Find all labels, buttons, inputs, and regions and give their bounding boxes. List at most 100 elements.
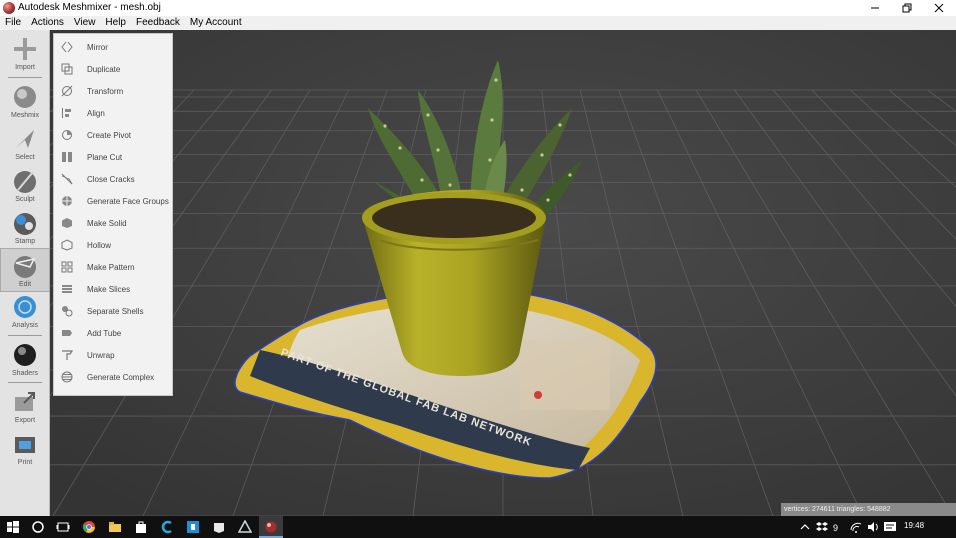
select-icon	[16, 130, 34, 148]
menu-item-align[interactable]: Align	[54, 102, 172, 124]
menu-item-duplicate[interactable]: Duplicate	[54, 58, 172, 80]
menu-item-separate-shells[interactable]: Separate Shells	[54, 300, 172, 322]
menu-item-label: Make Slices	[87, 284, 131, 294]
menu-item-generate-complex[interactable]: Generate Complex	[54, 366, 172, 388]
tool-sculpt[interactable]: Sculpt	[0, 164, 50, 208]
unwrap-icon	[62, 350, 73, 360]
menu-actions[interactable]: Actions	[26, 16, 69, 30]
menu-item-label: Hollow	[87, 240, 112, 250]
slices-icon	[62, 285, 72, 293]
store-icon[interactable]	[134, 520, 148, 534]
menu-my-account[interactable]: My Account	[185, 16, 247, 30]
tool-print[interactable]: Print	[0, 427, 50, 471]
tool-meshmix[interactable]: Meshmix	[0, 80, 50, 124]
menu-item-unwrap[interactable]: Unwrap	[54, 344, 172, 366]
close-icon	[934, 3, 944, 13]
menu-item-label: Duplicate	[87, 64, 121, 74]
scene-canvas[interactable]: PART OF THE GLOBAL FAB LAB NETWORK	[50, 30, 956, 516]
export-icon	[15, 392, 35, 411]
tool-label: Shaders	[11, 370, 39, 377]
input-method-icon[interactable]: 9	[832, 520, 846, 534]
shaders-icon	[14, 344, 36, 366]
tube-icon	[62, 330, 72, 336]
menu-item-add-tube[interactable]: Add Tube	[54, 322, 172, 344]
menu-bar: File Actions View Help Feedback My Accou…	[0, 16, 956, 30]
print-icon	[15, 437, 35, 453]
tool-label: Import	[15, 64, 35, 71]
minimize-icon	[871, 7, 879, 9]
chevron-up-icon[interactable]	[798, 520, 812, 534]
app-blue-icon[interactable]	[186, 520, 200, 534]
menu-item-plane-cut[interactable]: Plane Cut	[54, 146, 172, 168]
red-marker	[534, 391, 542, 399]
stamp-icon	[14, 213, 36, 235]
menu-item-make-solid[interactable]: Make Solid	[54, 212, 172, 234]
menu-item-label: Create Pivot	[87, 130, 132, 140]
toolbar-divider	[8, 335, 42, 336]
menu-item-label: Separate Shells	[87, 306, 144, 316]
menu-view[interactable]: View	[69, 16, 101, 30]
menu-item-generate-face-groups[interactable]: Generate Face Groups	[54, 190, 172, 212]
tool-export[interactable]: Export	[0, 385, 50, 429]
svg-text:9: 9	[833, 523, 838, 533]
minimize-button[interactable]	[859, 0, 891, 16]
tool-analysis[interactable]: Analysis	[0, 290, 50, 334]
dropbox-icon[interactable]	[815, 520, 829, 534]
taskbar-clock[interactable]: 19:48	[904, 521, 924, 530]
tool-shaders[interactable]: Shaders	[0, 338, 50, 382]
tool-label: Export	[14, 417, 36, 424]
app-triangle-icon[interactable]	[238, 520, 252, 534]
menu-item-mirror[interactable]: Mirror	[54, 36, 172, 58]
menu-item-label: Generate Face Groups	[87, 196, 169, 206]
separate-shells-icon	[62, 306, 73, 317]
tool-import[interactable]: Import	[0, 32, 50, 76]
menu-item-close-cracks[interactable]: Close Cracks	[54, 168, 172, 190]
menu-help[interactable]: Help	[100, 16, 131, 30]
menu-item-transform[interactable]: Transform	[54, 80, 172, 102]
menu-item-make-pattern[interactable]: Make Pattern	[54, 256, 172, 278]
tool-select[interactable]: Select	[0, 122, 50, 166]
restore-button[interactable]	[891, 0, 923, 16]
notifications-icon[interactable]	[883, 520, 897, 534]
tool-label: Select	[15, 154, 35, 161]
menu-file[interactable]: File	[0, 16, 26, 30]
3d-viewport[interactable]: PART OF THE GLOBAL FAB LAB NETWORK	[50, 30, 956, 516]
menu-item-label: Add Tube	[87, 328, 122, 338]
menu-feedback[interactable]: Feedback	[131, 16, 185, 30]
wifi-icon[interactable]	[849, 520, 863, 534]
title-bar: Autodesk Meshmixer - mesh.obj	[0, 0, 956, 16]
meshmixer-taskbar-icon[interactable]	[264, 520, 278, 534]
meshmix-icon	[14, 86, 36, 108]
face-groups-icon	[62, 196, 72, 206]
menu-item-label: Align	[87, 108, 105, 118]
tool-label: Stamp	[14, 238, 36, 245]
mirror-icon	[61, 41, 73, 53]
volume-icon[interactable]	[866, 520, 880, 534]
chrome-icon[interactable]	[82, 520, 96, 534]
tool-edit[interactable]: Edit	[0, 248, 50, 292]
pattern-icon	[61, 261, 73, 273]
tool-label: Meshmix	[10, 112, 39, 119]
browser-c-icon[interactable]	[160, 520, 174, 534]
import-icon	[14, 38, 36, 60]
windows-start-icon[interactable]	[6, 520, 20, 534]
analysis-icon	[14, 296, 36, 318]
complex-icon	[61, 371, 73, 383]
menu-item-label: Transform	[87, 86, 124, 96]
file-explorer-icon[interactable]	[108, 520, 122, 534]
menu-item-hollow[interactable]: Hollow	[54, 234, 172, 256]
app-white-icon[interactable]	[212, 520, 226, 534]
tool-label: Sculpt	[15, 196, 35, 203]
plane-cut-icon	[62, 152, 72, 162]
menu-item-create-pivot[interactable]: Create Pivot	[54, 124, 172, 146]
task-view-icon[interactable]	[56, 520, 70, 534]
tool-label: Analysis	[11, 322, 39, 329]
tool-stamp[interactable]: Stamp	[0, 206, 50, 250]
toolbar-divider	[8, 382, 42, 383]
menu-item-label: Close Cracks	[87, 174, 135, 184]
mesh-stats: vertices: 274611 triangles: 548882	[781, 503, 956, 516]
search-icon[interactable]	[31, 520, 45, 534]
menu-item-make-slices[interactable]: Make Slices	[54, 278, 172, 300]
close-button[interactable]	[923, 0, 955, 16]
menu-item-label: Plane Cut	[87, 152, 123, 162]
